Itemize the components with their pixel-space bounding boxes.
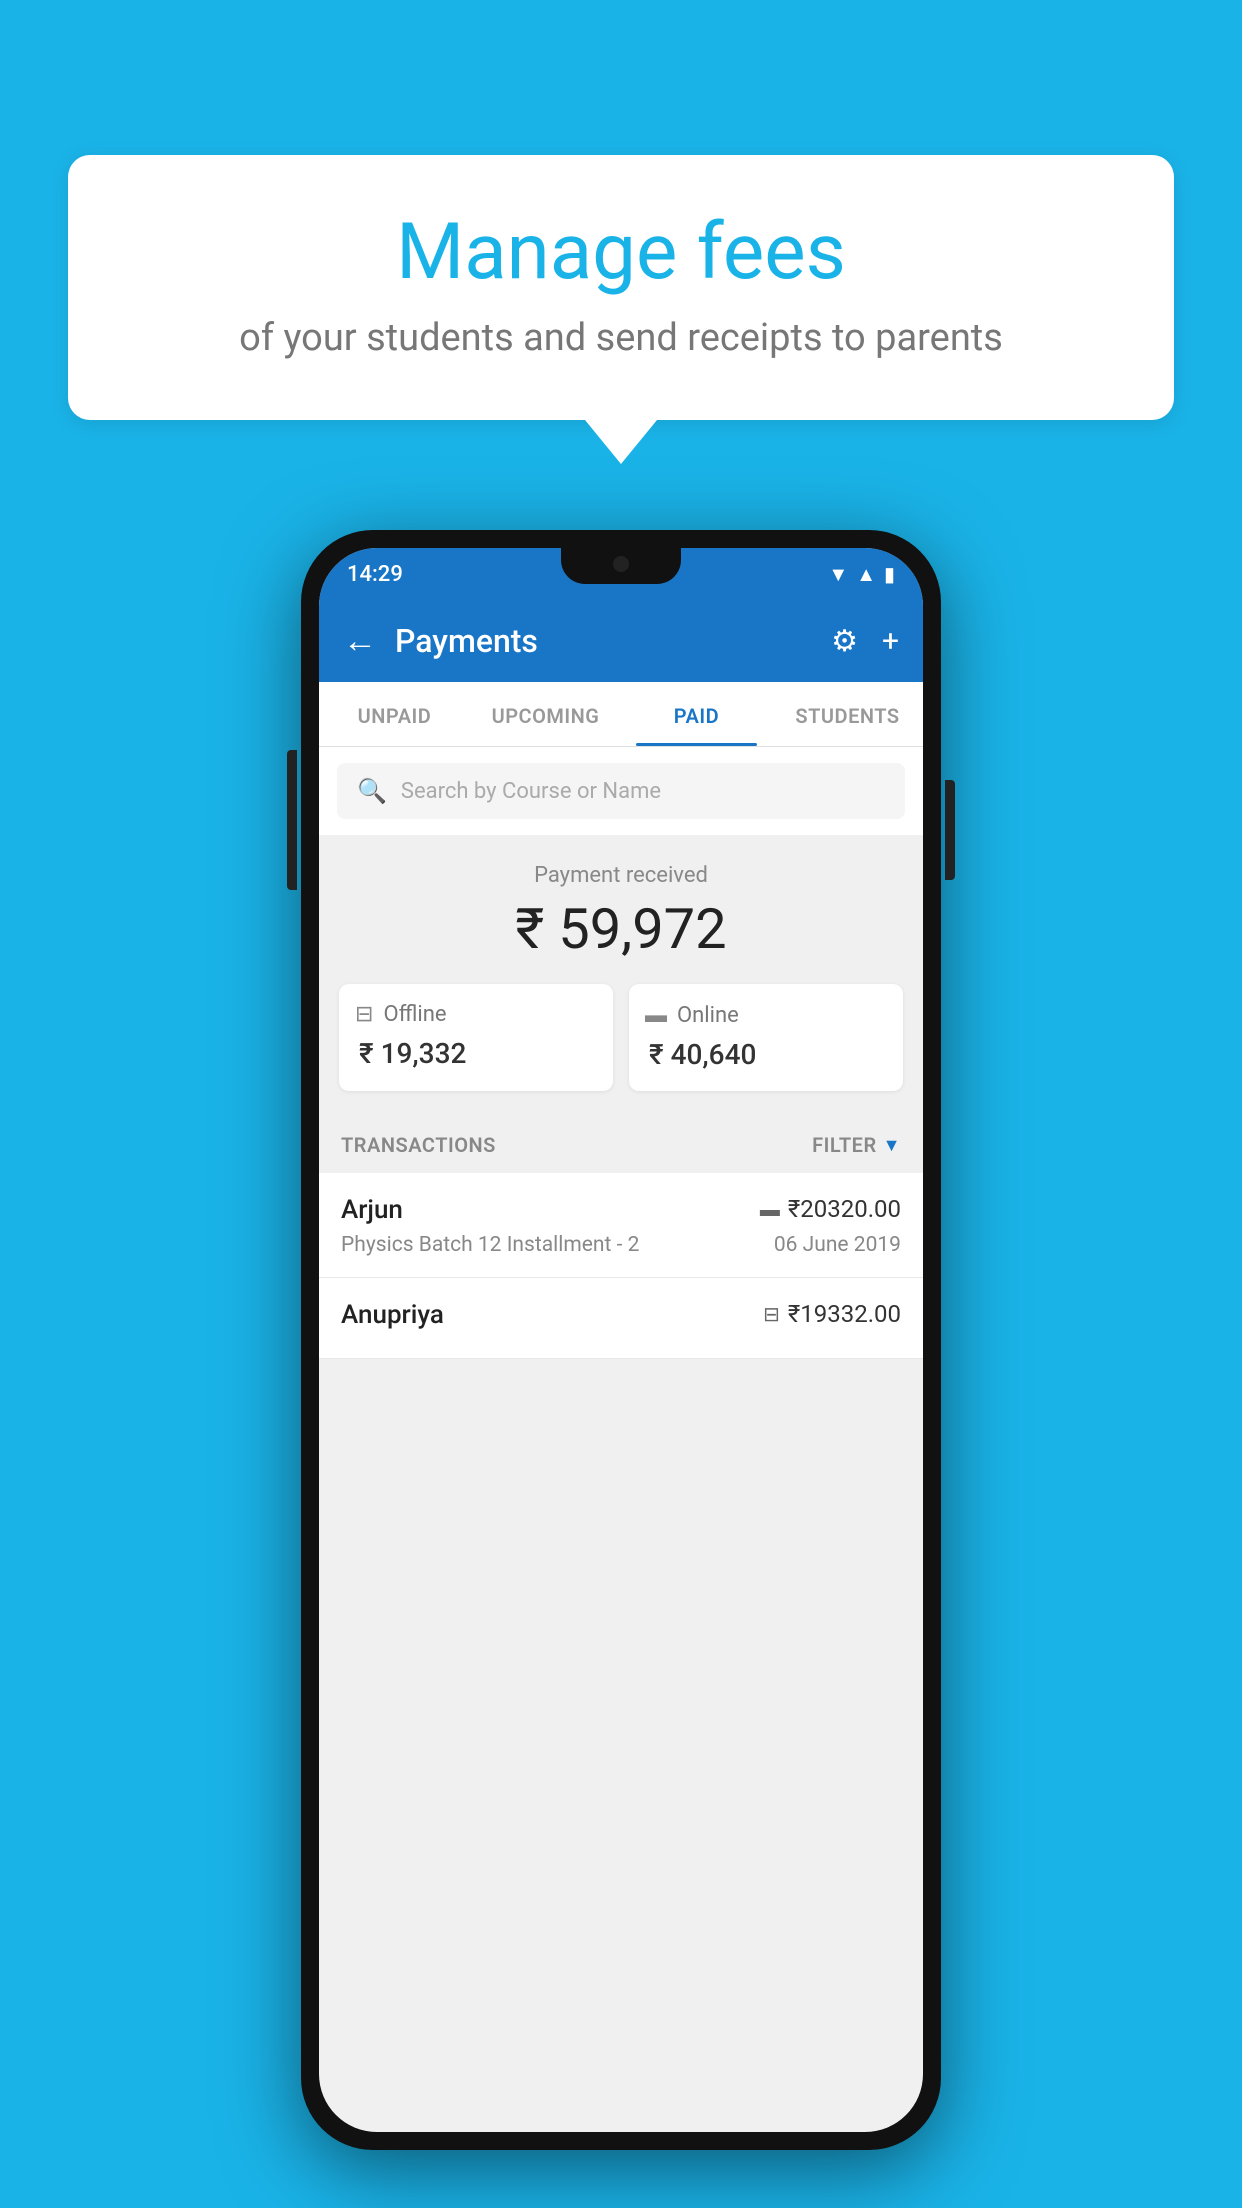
transactions-label: TRANSACTIONS [341, 1133, 496, 1157]
transaction-date-1: 06 June 2019 [774, 1233, 901, 1257]
transaction-row-2: Anupriya ⊟ ₹19332.00 [341, 1300, 901, 1330]
offline-card: ⊟ Offline ₹ 19,332 [339, 984, 613, 1091]
status-bar: 14:29 ▼ ▲ ▮ [319, 548, 923, 600]
phone-outer: 14:29 ▼ ▲ ▮ ← Payments ⚙ + [301, 530, 941, 2150]
tab-students[interactable]: STUDENTS [772, 682, 923, 746]
bubble-subtitle: of your students and send receipts to pa… [128, 316, 1114, 360]
transaction-amount-1: ▬ ₹20320.00 [760, 1195, 901, 1223]
transaction-amount-2: ⊟ ₹19332.00 [763, 1300, 901, 1328]
wifi-icon: ▼ [828, 562, 848, 587]
speech-bubble: Manage fees of your students and send re… [68, 155, 1174, 420]
status-icons: ▼ ▲ ▮ [828, 562, 895, 587]
offline-card-header: ⊟ Offline [355, 1002, 597, 1027]
signal-icon: ▲ [856, 562, 876, 587]
online-amount: ₹ 40,640 [645, 1038, 887, 1071]
offline-payment-icon: ⊟ [355, 1002, 373, 1027]
settings-icon[interactable]: ⚙ [831, 624, 858, 659]
filter-text: FILTER [812, 1133, 877, 1157]
payment-received-section: Payment received ₹ 59,972 ⊟ Offline ₹ 19… [319, 835, 923, 1113]
transaction-course-1: Physics Batch 12 Installment - 2 [341, 1233, 639, 1257]
status-time: 14:29 [347, 562, 403, 587]
tabs-bar: UNPAID UPCOMING PAID STUDENTS [319, 682, 923, 747]
app-bar-actions: ⚙ + [831, 624, 899, 659]
tab-upcoming[interactable]: UPCOMING [470, 682, 621, 746]
transaction-name-2: Anupriya [341, 1300, 444, 1330]
transaction-detail-row-1: Physics Batch 12 Installment - 2 06 June… [341, 1233, 901, 1257]
phone-screen: 14:29 ▼ ▲ ▮ ← Payments ⚙ + [319, 548, 923, 2132]
transaction-row-1: Arjun ▬ ₹20320.00 [341, 1195, 901, 1225]
online-icon-1: ▬ [760, 1197, 780, 1222]
offline-icon-2: ⊟ [763, 1302, 780, 1326]
offline-amount: ₹ 19,332 [355, 1037, 597, 1070]
app-bar-title: Payments [395, 622, 538, 660]
app-bar-left: ← Payments [343, 622, 538, 660]
notch [561, 548, 681, 584]
transaction-item-2[interactable]: Anupriya ⊟ ₹19332.00 [319, 1278, 923, 1359]
filter-icon: ▼ [883, 1135, 901, 1156]
transaction-item-1[interactable]: Arjun ▬ ₹20320.00 Physics Batch 12 Insta… [319, 1173, 923, 1278]
bubble-title: Manage fees [128, 207, 1114, 298]
online-payment-icon: ▬ [645, 1002, 667, 1028]
app-bar: ← Payments ⚙ + [319, 600, 923, 682]
battery-icon: ▮ [884, 562, 895, 586]
online-card: ▬ Online ₹ 40,640 [629, 984, 903, 1091]
filter-button[interactable]: FILTER ▼ [812, 1133, 901, 1157]
payment-received-amount: ₹ 59,972 [339, 896, 903, 962]
payment-cards: ⊟ Offline ₹ 19,332 ▬ Online ₹ 40,640 [339, 984, 903, 1091]
transactions-header: TRANSACTIONS FILTER ▼ [319, 1113, 923, 1173]
back-button[interactable]: ← [343, 624, 377, 658]
search-bar[interactable]: 🔍 Search by Course or Name [337, 763, 905, 819]
search-input[interactable]: Search by Course or Name [401, 779, 661, 804]
add-icon[interactable]: + [882, 624, 899, 659]
offline-label: Offline [383, 1002, 446, 1027]
phone-wrapper: 14:29 ▼ ▲ ▮ ← Payments ⚙ + [301, 530, 941, 2150]
transaction-name-1: Arjun [341, 1195, 403, 1225]
online-card-header: ▬ Online [645, 1002, 887, 1028]
tab-paid[interactable]: PAID [621, 682, 772, 746]
camera-dot [613, 556, 629, 572]
tab-unpaid[interactable]: UNPAID [319, 682, 470, 746]
online-label: Online [677, 1003, 739, 1028]
search-container: 🔍 Search by Course or Name [319, 747, 923, 835]
search-icon: 🔍 [357, 777, 387, 805]
payment-received-label: Payment received [339, 863, 903, 888]
